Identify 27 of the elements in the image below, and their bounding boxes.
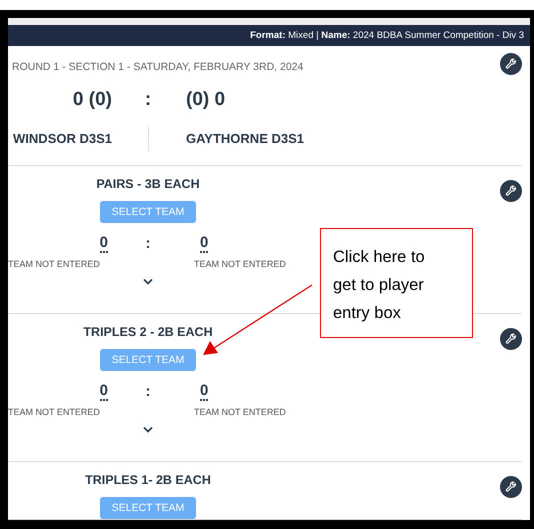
team-name: GAYTHORNE D3S1 xyxy=(186,131,304,146)
header-info: Format: Mixed | Name: 2024 BDBA Summer Competition - Div 3 xyxy=(8,25,530,46)
team-name: WINDSOR D3S1 xyxy=(13,131,112,146)
game-title: TRIPLES 1- 2B EACH xyxy=(85,472,211,488)
game-title: TRIPLES 2 - 2B EACH xyxy=(83,324,213,340)
team-status: TEAM NOT ENTERED xyxy=(8,259,100,269)
team-status: TEAM NOT ENTERED xyxy=(194,407,286,417)
team-status: TEAM NOT ENTERED xyxy=(194,259,286,269)
wrench-icon[interactable] xyxy=(500,328,522,350)
score-separator: : xyxy=(144,235,152,253)
wrench-icon[interactable] xyxy=(500,53,522,75)
score-value[interactable]: 0 xyxy=(200,383,208,401)
wrench-icon[interactable] xyxy=(500,180,522,202)
score-value[interactable]: 0 xyxy=(200,235,208,253)
round-info: ROUND 1 - SECTION 1 - SATURDAY, FEBRUARY 3RD, 2024 xyxy=(12,60,304,74)
game-title: PAIRS - 3B EACH xyxy=(96,176,200,192)
home-score: 0 (0) xyxy=(72,89,113,111)
score-separator: : xyxy=(144,89,152,111)
team-status: TEAM NOT ENTERED xyxy=(8,407,100,417)
wrench-icon[interactable] xyxy=(500,476,522,498)
score-value[interactable]: 0 xyxy=(100,235,108,253)
callout-box: Click here to get to player entry box xyxy=(320,228,473,338)
score-value[interactable]: 0 xyxy=(100,383,108,401)
score-separator: : xyxy=(144,383,152,401)
chevron-down-icon[interactable] xyxy=(142,278,154,286)
away-score: (0) 0 xyxy=(185,89,226,111)
chevron-down-icon[interactable] xyxy=(142,426,154,434)
